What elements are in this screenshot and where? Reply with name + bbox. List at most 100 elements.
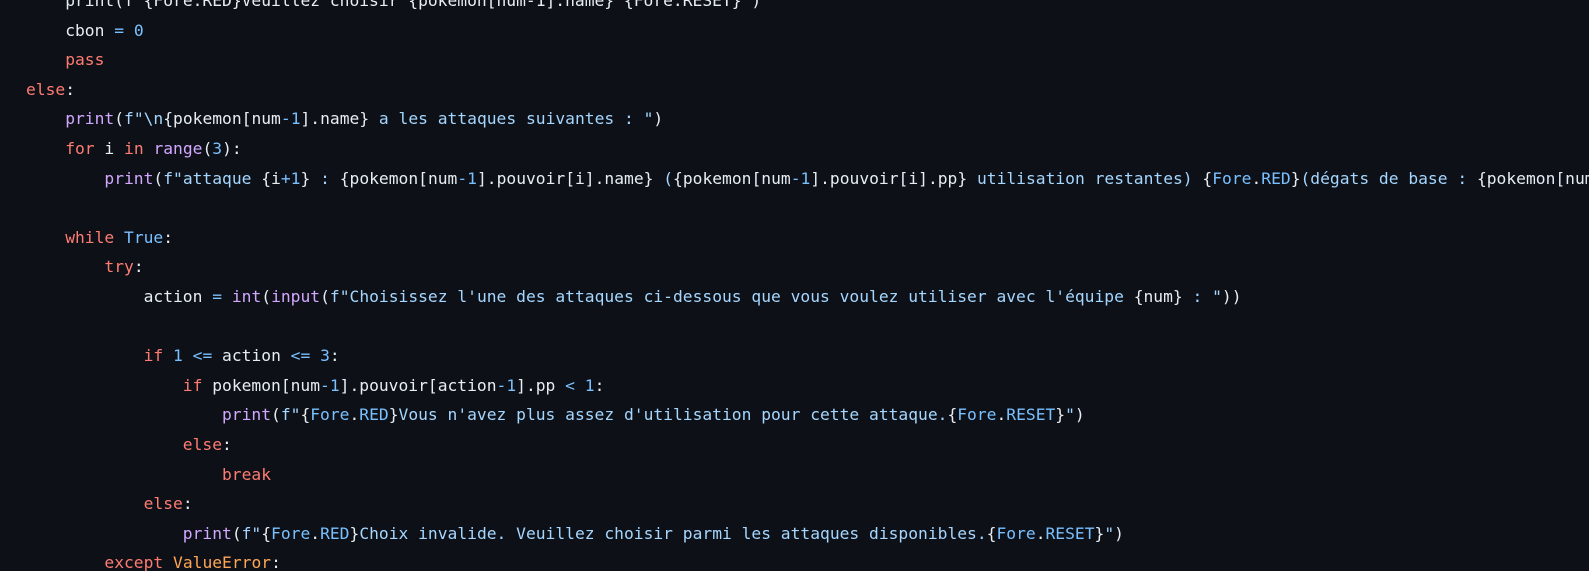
code-token-plain: : bbox=[133, 257, 144, 277]
code-token-num: 1 bbox=[290, 109, 301, 129]
code-token-kw: pass bbox=[65, 50, 105, 70]
code-token-op: - bbox=[457, 168, 468, 188]
code-token-plain: { bbox=[261, 523, 272, 543]
code-token-str: f"attaque bbox=[163, 168, 262, 188]
code-line: break bbox=[26, 460, 1589, 490]
code-token-str: (dégats de base : bbox=[1300, 168, 1477, 188]
code-token-op: - bbox=[496, 375, 507, 395]
code-token-plain: } bbox=[349, 523, 360, 543]
code-token-kw: in bbox=[124, 138, 144, 158]
code-token-str: " bbox=[1104, 523, 1115, 543]
code-line: print(f"{Fore.RED}Choix invalide. Veuill… bbox=[26, 519, 1589, 549]
code-token-fn: print bbox=[104, 168, 154, 188]
code-token-attr: Fore bbox=[996, 523, 1036, 543]
code-token-plain: . bbox=[996, 405, 1007, 425]
code-token-attr: RED bbox=[1261, 168, 1291, 188]
code-token-op: <= bbox=[290, 346, 311, 366]
code-token-num: 1 bbox=[584, 375, 595, 395]
code-token-str: f"Choisissez l'une des attaques ci-desso… bbox=[329, 286, 1134, 306]
code-token-plain: ( bbox=[114, 109, 125, 129]
code-token-num: 1 bbox=[173, 346, 183, 366]
code-token-plain: ( bbox=[271, 405, 281, 425]
code-token-plain: { bbox=[947, 405, 958, 425]
code-token-kw: else bbox=[182, 434, 223, 454]
code-token-num: 1 bbox=[800, 168, 811, 188]
code-token-plain: } bbox=[1055, 405, 1066, 425]
code-token-kw: if bbox=[143, 346, 164, 366]
code-token-str: a les attaques suivantes : " bbox=[369, 109, 654, 129]
code-token-num: 3 bbox=[320, 346, 330, 366]
code-token-plain: : bbox=[182, 494, 193, 514]
code-token-plain: ( bbox=[202, 138, 213, 158]
code-token-kw: if bbox=[182, 375, 203, 395]
code-token-plain: {pokemon[num-1].pouvoir[i].damage} bbox=[1476, 168, 1589, 188]
code-line: if pokemon[num-1].pouvoir[action-1].pp <… bbox=[26, 371, 1589, 401]
code-token-fn: print bbox=[65, 109, 115, 129]
code-token-plain: ].pouvoir[i].pp} bbox=[810, 168, 968, 188]
code-token-str: f"\n bbox=[124, 109, 164, 129]
code-token-kw: for bbox=[65, 138, 95, 158]
code-token-op: - bbox=[280, 109, 291, 129]
code-token-plain: : bbox=[329, 346, 340, 366]
code-token-plain: action bbox=[143, 286, 213, 306]
code-line: if 1 <= action <= 3: bbox=[26, 341, 1589, 371]
code-token-str: ( bbox=[653, 168, 674, 188]
code-token-attr: Fore bbox=[271, 523, 311, 543]
code-token-kw: break bbox=[222, 464, 272, 484]
code-token-plain: { bbox=[986, 523, 997, 543]
code-token-num: 3 bbox=[212, 138, 223, 158]
code-token-plain: ( bbox=[231, 523, 242, 543]
code-token-str: : " bbox=[1182, 286, 1222, 306]
code-token-str: : bbox=[310, 168, 340, 188]
code-token-op: - bbox=[790, 168, 801, 188]
code-token-attr: Fore bbox=[957, 405, 997, 425]
code-token-num: 1 bbox=[506, 375, 517, 395]
code-token-plain: . bbox=[1251, 168, 1262, 188]
code-token-plain: pokemon[num bbox=[202, 375, 321, 395]
code-line: pass bbox=[26, 45, 1589, 75]
code-token-plain: ( bbox=[261, 286, 272, 306]
code-token-plain: ].pp bbox=[516, 375, 566, 395]
code-token-num: 1 bbox=[290, 168, 301, 188]
code-token-plain: . bbox=[349, 405, 360, 425]
code-token-num: 1 bbox=[467, 168, 477, 188]
code-token-attr: RED bbox=[320, 523, 350, 543]
code-token-str: utilisation restantes) bbox=[967, 168, 1203, 188]
code-line: except ValueError: bbox=[26, 548, 1589, 571]
code-token-plain: : bbox=[222, 434, 232, 454]
code-token-kw: else bbox=[26, 79, 66, 99]
code-token-plain: : bbox=[594, 375, 605, 395]
code-token-attr: RESET bbox=[1045, 523, 1095, 543]
code-token-op: - bbox=[320, 375, 330, 395]
code-token-num: 0 bbox=[133, 20, 144, 40]
code-editor[interactable]: print(f"{Fore.RED}Veuillez choisir {poke… bbox=[0, 0, 1589, 571]
code-token-op: + bbox=[280, 168, 291, 188]
code-line: print(f"{Fore.RED}Veuillez choisir {poke… bbox=[26, 0, 1589, 16]
code-token-attr: Fore bbox=[310, 405, 350, 425]
code-token-plain: ].pouvoir[action bbox=[339, 375, 497, 395]
code-token-plain: {pokemon[num bbox=[673, 168, 791, 188]
code-token-op: <= bbox=[192, 346, 213, 366]
code-token-plain: ): bbox=[222, 138, 242, 158]
code-token-kw: while bbox=[65, 227, 115, 247]
code-token-str: Vous n'avez plus assez d'utilisation pou… bbox=[398, 405, 948, 425]
code-token-kw: except bbox=[104, 553, 164, 571]
code-token-plain: {num} bbox=[1133, 286, 1183, 306]
code-token-plain: ].pouvoir[i].name} bbox=[476, 168, 654, 188]
code-token-num: True bbox=[124, 227, 164, 247]
code-token-plain: ].name} bbox=[300, 109, 370, 129]
code-token-str: " bbox=[1065, 405, 1075, 425]
code-token-plain: i bbox=[94, 138, 125, 158]
code-line: while True: bbox=[26, 223, 1589, 253]
code-block: print(f"{Fore.RED}Veuillez choisir {poke… bbox=[26, 0, 1589, 571]
code-token-plain: ( bbox=[153, 168, 164, 188]
code-line: action = int(input(f"Choisissez l'une de… bbox=[26, 282, 1589, 312]
code-token-plain: ) bbox=[1114, 523, 1124, 543]
